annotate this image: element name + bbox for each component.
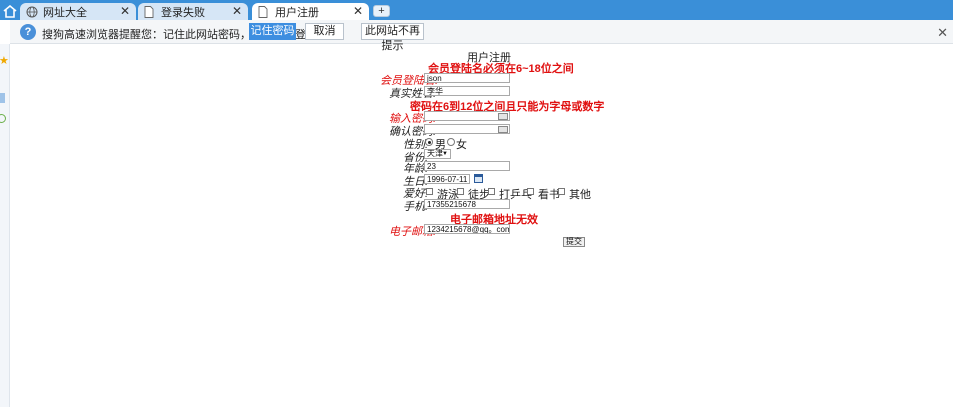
province-value: 天津 bbox=[427, 149, 443, 158]
gender-male-radio[interactable] bbox=[425, 138, 433, 146]
home-icon[interactable] bbox=[0, 2, 20, 20]
hobby-other-checkbox[interactable] bbox=[558, 188, 565, 195]
tab-label: 用户注册 bbox=[275, 6, 319, 19]
hobby-label: 其他 bbox=[569, 189, 591, 201]
tab-bar: 网址大全 ✕ 登录失败 ✕ 用户注册 ✕ + bbox=[0, 0, 953, 20]
keyboard-icon[interactable] bbox=[498, 126, 508, 133]
tab-label: 登录失败 bbox=[161, 6, 205, 19]
question-icon: ? bbox=[20, 24, 36, 40]
keyboard-icon[interactable] bbox=[498, 113, 508, 120]
hobby-pingpong-checkbox[interactable] bbox=[488, 188, 495, 195]
password-save-notice: ? 搜狗高速浏览器提醒您：记住此网站密码，下次一键登录！ 记住密码 取消 此网站… bbox=[10, 20, 953, 52]
hobby-label: 看书 bbox=[538, 189, 560, 201]
close-icon[interactable]: ✕ bbox=[353, 4, 363, 18]
hobby-read-checkbox[interactable] bbox=[527, 188, 534, 195]
never-prompt-button[interactable]: 此网站不再提示 bbox=[361, 23, 424, 52]
province-select[interactable]: 天津 ▼ bbox=[424, 149, 451, 159]
birthday-input[interactable] bbox=[424, 174, 470, 184]
realname-input[interactable] bbox=[424, 86, 510, 96]
panel-icon[interactable] bbox=[0, 93, 5, 103]
age-input[interactable] bbox=[424, 161, 510, 171]
globe-icon bbox=[26, 6, 38, 18]
gender-female-label: 女 bbox=[456, 139, 467, 151]
calendar-icon[interactable] bbox=[474, 174, 483, 183]
cancel-button[interactable]: 取消 bbox=[305, 23, 344, 40]
gender-female-radio[interactable] bbox=[447, 138, 455, 146]
hobby-hike-checkbox[interactable] bbox=[457, 188, 464, 195]
close-icon[interactable]: ✕ bbox=[232, 4, 242, 18]
chevron-down-icon: ▼ bbox=[442, 151, 448, 157]
remember-password-button[interactable]: 记住密码 bbox=[249, 23, 296, 40]
username-input[interactable] bbox=[424, 73, 510, 83]
hobby-swim-checkbox[interactable] bbox=[426, 188, 433, 195]
star-icon[interactable]: ★ bbox=[0, 56, 9, 67]
tab-user-register[interactable]: 用户注册 ✕ bbox=[252, 3, 369, 20]
page-icon bbox=[144, 5, 156, 18]
close-icon[interactable]: ✕ bbox=[937, 25, 948, 41]
tab-login-failed[interactable]: 登录失败 ✕ bbox=[138, 3, 248, 20]
sidebar: ★ bbox=[0, 44, 10, 407]
tab-site-directory[interactable]: 网址大全 ✕ bbox=[20, 3, 136, 20]
close-icon[interactable]: ✕ bbox=[120, 4, 130, 18]
tab-label: 网址大全 bbox=[43, 6, 87, 19]
email-input[interactable] bbox=[424, 224, 510, 234]
page-icon bbox=[258, 5, 270, 18]
submit-button[interactable]: 提交 bbox=[563, 237, 585, 247]
phone-input[interactable] bbox=[424, 199, 510, 209]
new-tab-button[interactable]: + bbox=[373, 5, 390, 17]
clock-icon[interactable] bbox=[0, 114, 6, 123]
